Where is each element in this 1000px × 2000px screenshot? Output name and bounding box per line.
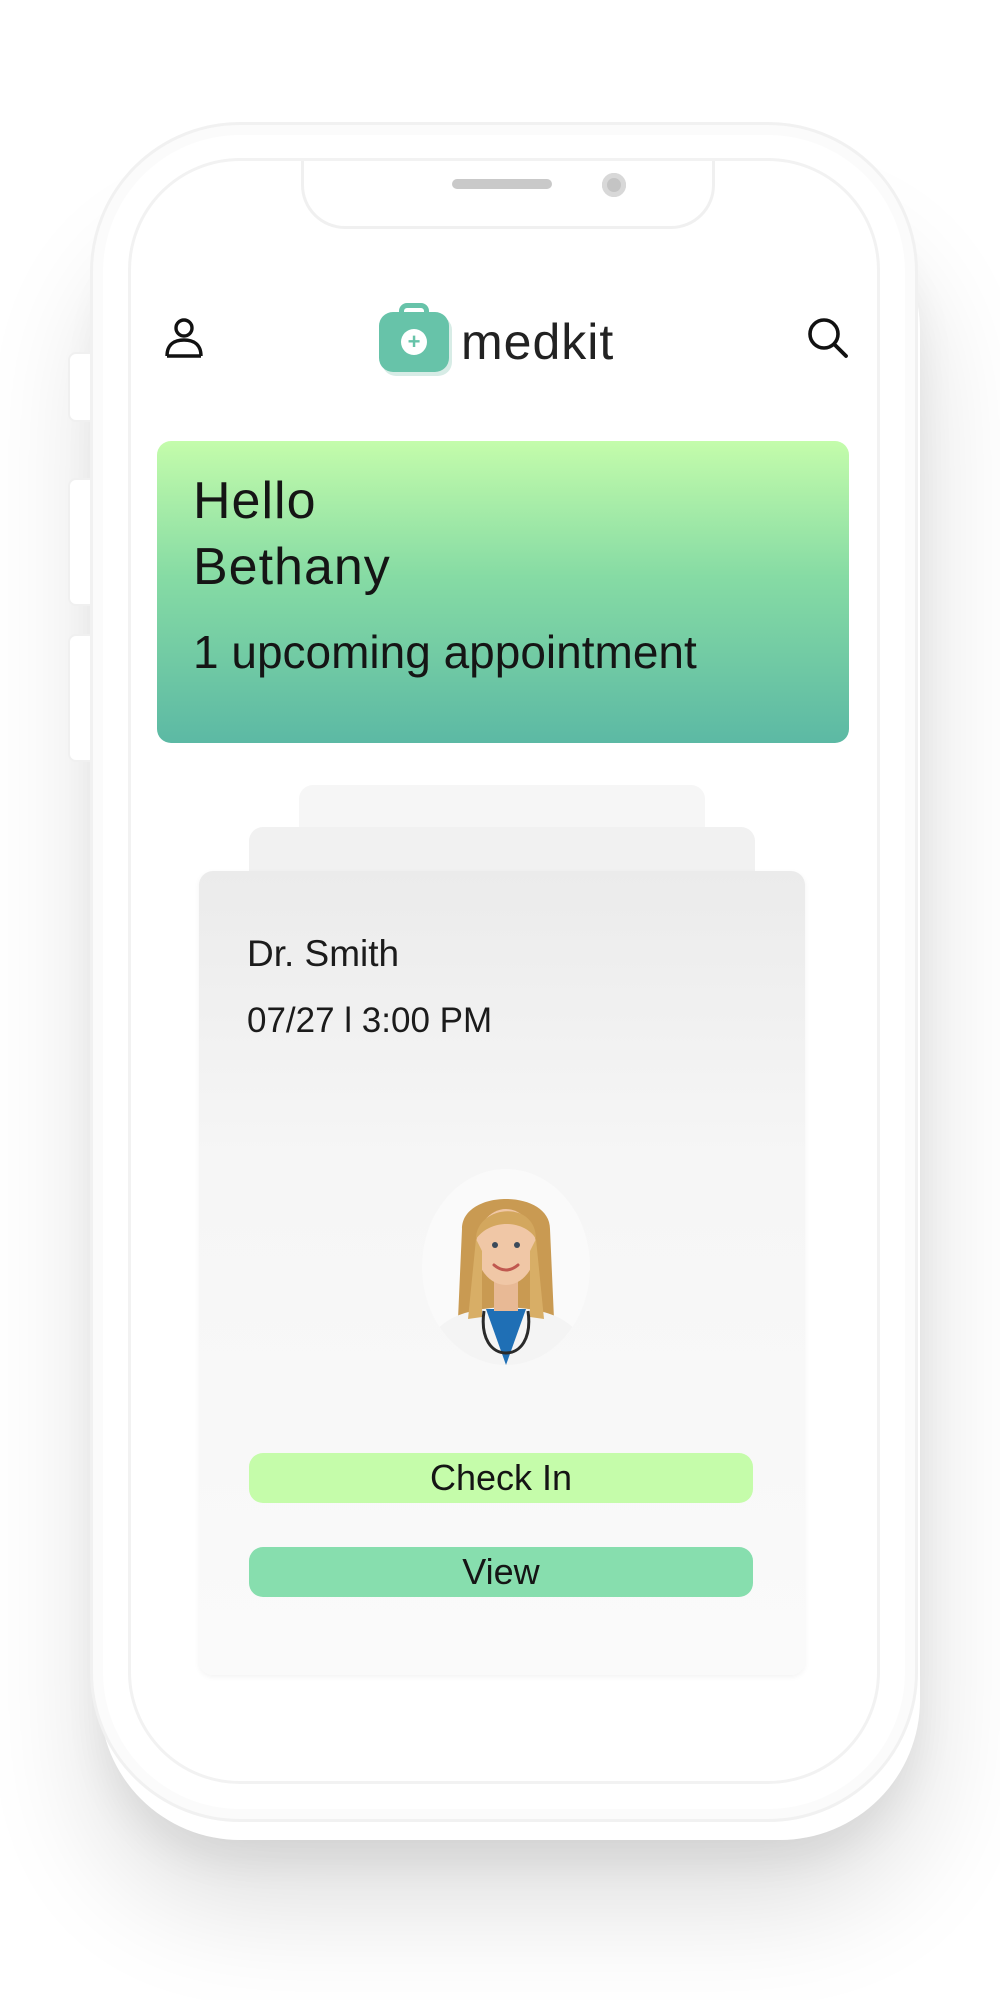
first-aid-kit-icon: + [379,303,449,372]
search-icon[interactable] [805,315,851,361]
view-button[interactable]: View [249,1547,753,1597]
speaker-grille [452,179,552,189]
app-logo: + medkit [379,303,615,377]
app-name: medkit [461,314,615,370]
appointment-count: 1 upcoming appointment [193,626,697,678]
device-notch [301,161,715,229]
greeting-user-name: Bethany [193,538,391,596]
check-in-button[interactable]: Check In [249,1453,753,1503]
app-screen: + medkit Hello Bethany 1 upcoming appoin… [128,158,880,1784]
appointment-card[interactable]: Dr. Smith 07/27 l 3:00 PM Check In View [199,871,805,1675]
greeting-banner: Hello Bethany 1 upcoming appointment [157,441,849,743]
greeting-hello: Hello [193,472,317,530]
doctor-avatar [422,1169,590,1365]
front-camera [602,173,626,197]
doctor-name: Dr. Smith [247,933,400,974]
appointment-datetime: 07/27 l 3:00 PM [247,1001,493,1040]
user-icon[interactable] [161,314,207,360]
